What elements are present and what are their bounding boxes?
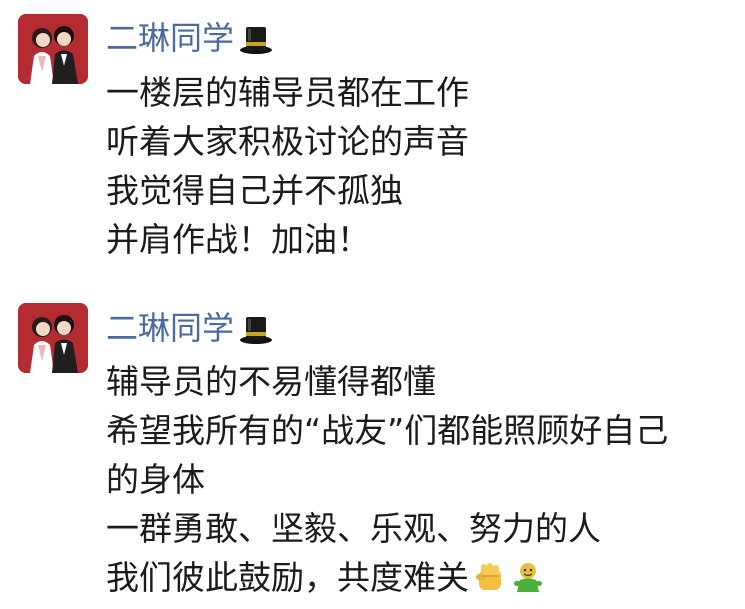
message-line: 我们彼此鼓励，共度难关 <box>106 558 469 597</box>
avatar-couple-icon <box>18 303 88 373</box>
message-line: 我觉得自己并不孤独 <box>106 171 403 210</box>
message-line: 听着大家积极讨论的声音 <box>106 122 469 161</box>
top-hat-icon <box>238 21 274 55</box>
top-hat-icon <box>238 311 274 345</box>
sender-name-label: 二琳同学 <box>106 19 235 57</box>
message-line: 一楼层的辅导员都在工作 <box>106 73 469 112</box>
avatar[interactable] <box>18 303 88 373</box>
message-line: 希望我所有的“战友”们都能照顾好自己 <box>106 411 669 450</box>
raised-fist-icon <box>473 558 507 592</box>
sender-name[interactable]: 二琳同学 <box>106 18 274 58</box>
message-body: 辅导员的不易懂得都懂 希望我所有的“战友”们都能照顾好自己 的身体 一群勇敢、坚… <box>106 357 736 602</box>
green-figure-icon <box>511 558 545 592</box>
sender-name-label: 二琳同学 <box>106 309 235 347</box>
sender-name[interactable]: 二琳同学 <box>106 308 274 348</box>
message-body: 一楼层的辅导员都在工作 听着大家积极讨论的声音 我觉得自己并不孤独 并肩作战！加… <box>106 68 736 264</box>
message-line: 一群勇敢、坚毅、乐观、努力的人 <box>106 509 601 548</box>
message-line-last: 我们彼此鼓励，共度难关 <box>106 553 736 602</box>
message-line: 辅导员的不易懂得都懂 <box>106 362 436 401</box>
message-line: 并肩作战！加油！ <box>106 220 370 259</box>
avatar-couple-icon <box>18 14 88 84</box>
avatar[interactable] <box>18 14 88 84</box>
message-line: 的身体 <box>106 460 205 499</box>
